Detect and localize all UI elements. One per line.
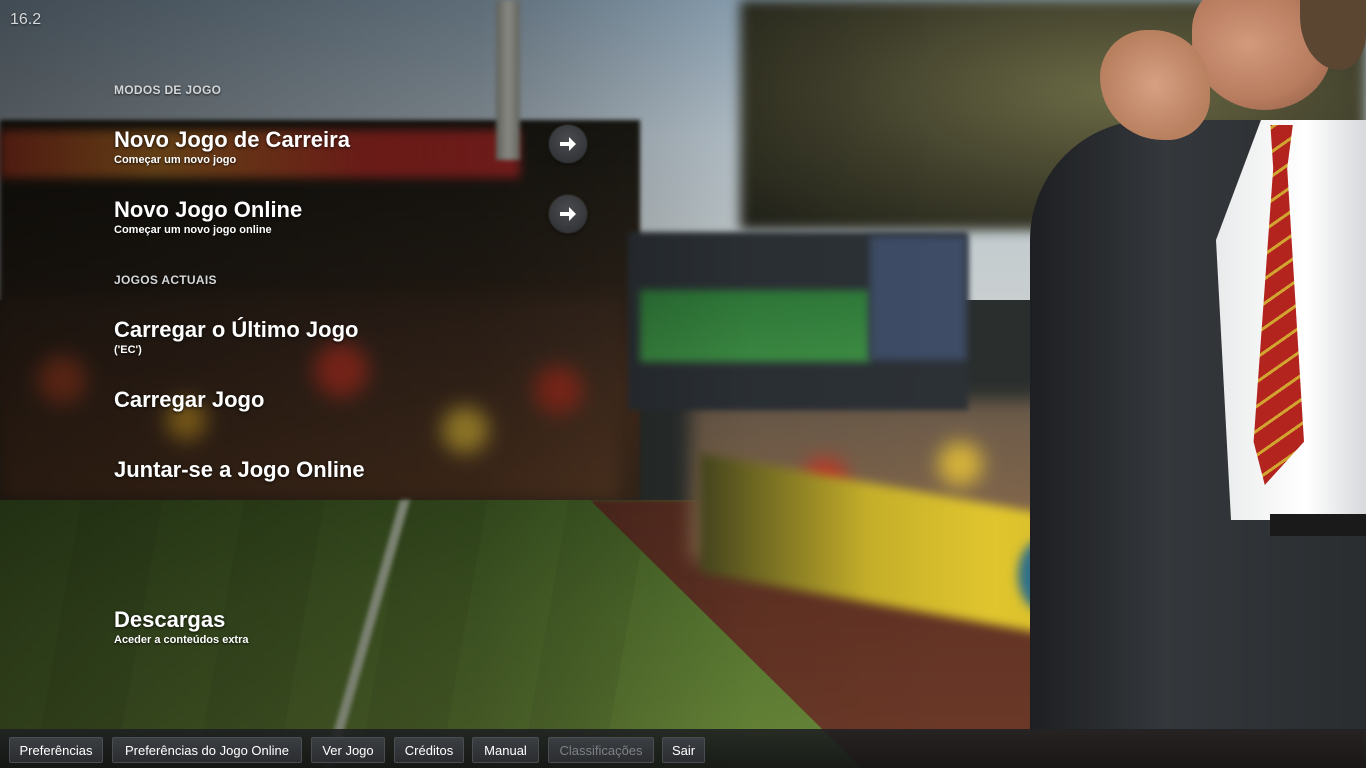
view-game-button[interactable]: Ver Jogo — [311, 737, 385, 763]
menu-item-title: Descargas — [114, 607, 226, 632]
credits-button[interactable]: Créditos — [394, 737, 464, 763]
arrow-right-icon — [560, 137, 576, 151]
menu-item-title: Carregar Jogo — [114, 387, 265, 412]
menu-item-subtitle: ('EC') — [114, 344, 142, 356]
preferences-button[interactable]: Preferências — [9, 737, 103, 763]
quit-button[interactable]: Sair — [662, 737, 705, 763]
rankings-button: Classificações — [548, 737, 654, 763]
manager-figure — [1020, 0, 1366, 730]
menu-item-title: Carregar o Último Jogo — [114, 317, 359, 342]
menu-item-subtitle: Começar um novo jogo — [114, 154, 237, 166]
menu-item-new-career[interactable]: Novo Jogo de Carreira Começar um novo jo… — [114, 127, 594, 167]
menu-item-title: Juntar-se a Jogo Online — [114, 457, 365, 482]
menu-item-title: Novo Jogo de Carreira — [114, 127, 350, 152]
bottom-toolbar: Preferências Preferências do Jogo Online… — [0, 729, 1366, 768]
menu-item-downloads[interactable]: Descargas Aceder a conteúdos extra — [114, 607, 594, 647]
new-online-arrow-button[interactable] — [549, 195, 587, 233]
menu-item-new-online[interactable]: Novo Jogo Online Começar um novo jogo on… — [114, 197, 594, 237]
new-career-arrow-button[interactable] — [549, 125, 587, 163]
section-label-current-games: JOGOS ACTUAIS — [114, 273, 217, 287]
section-label-game-modes: MODOS DE JOGO — [114, 83, 222, 97]
menu-item-subtitle: Aceder a conteúdos extra — [114, 634, 249, 646]
menu-item-subtitle: Começar um novo jogo online — [114, 224, 272, 236]
manager-belt — [1270, 514, 1366, 536]
manual-button[interactable]: Manual — [472, 737, 539, 763]
version-label: 16.2 — [10, 11, 42, 28]
menu-item-load-last[interactable]: Carregar o Último Jogo ('EC') — [114, 317, 594, 357]
menu-item-title: Novo Jogo Online — [114, 197, 303, 222]
menu-item-join-online[interactable]: Juntar-se a Jogo Online — [114, 457, 594, 483]
menu-item-load-game[interactable]: Carregar Jogo — [114, 387, 594, 413]
arrow-right-icon — [560, 207, 576, 221]
online-preferences-button[interactable]: Preferências do Jogo Online — [112, 737, 302, 763]
